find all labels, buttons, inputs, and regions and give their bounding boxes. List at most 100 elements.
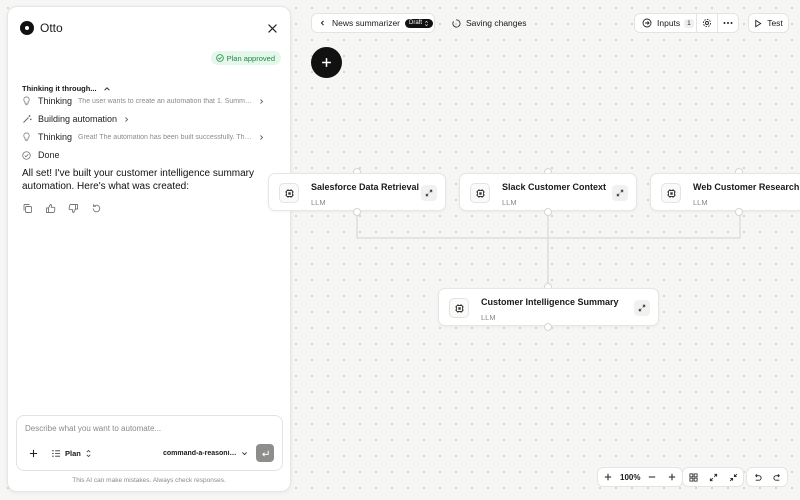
prompt-input[interactable] bbox=[25, 424, 265, 433]
copy-icon[interactable] bbox=[22, 203, 33, 214]
arrow-right-circle-icon bbox=[642, 18, 652, 28]
expand-icon bbox=[616, 189, 624, 197]
play-icon bbox=[754, 19, 762, 28]
add-attachment-button[interactable] bbox=[25, 445, 41, 461]
list-icon bbox=[51, 449, 61, 458]
node-title: Customer Intelligence Summary bbox=[481, 297, 619, 307]
cpu-chip-icon bbox=[661, 183, 681, 203]
node-title: Slack Customer Context bbox=[502, 182, 607, 192]
step-description: The user wants to create an automation t… bbox=[78, 97, 255, 105]
chevron-up-down-icon bbox=[424, 20, 429, 27]
zoom-in-button[interactable] bbox=[598, 468, 618, 486]
workflow-title-bar: News summarizer Draft bbox=[311, 13, 435, 33]
enter-icon bbox=[261, 449, 270, 458]
chevron-left-icon bbox=[319, 19, 326, 27]
thinking-step-1[interactable]: Thinking The user wants to create an aut… bbox=[22, 94, 274, 108]
collapse-icon bbox=[729, 473, 738, 482]
step-description: Great! The automation has been built suc… bbox=[78, 133, 255, 141]
plan-approved-badge: Plan approved bbox=[210, 51, 281, 65]
chevron-right-icon bbox=[258, 134, 268, 141]
node-output-port[interactable] bbox=[353, 208, 361, 216]
model-selector[interactable]: command-a-reasoning bbox=[163, 450, 248, 457]
workflow-node-web-customer-research[interactable]: Web Customer Research LLM bbox=[650, 173, 800, 211]
settings-button[interactable] bbox=[697, 13, 718, 33]
zoom-out-button[interactable] bbox=[642, 468, 662, 486]
undo-button[interactable] bbox=[747, 468, 767, 486]
expand-icon bbox=[709, 473, 718, 482]
chevron-right-icon bbox=[258, 98, 268, 105]
inputs-button[interactable]: Inputs 1 bbox=[634, 13, 697, 33]
cpu-chip-icon bbox=[449, 298, 469, 318]
thinking-step-2[interactable]: Thinking Great! The automation has been … bbox=[22, 130, 274, 144]
expand-node-button[interactable] bbox=[634, 300, 650, 316]
redo-button[interactable] bbox=[767, 468, 787, 486]
expand-icon bbox=[638, 304, 646, 312]
chevron-down-icon bbox=[241, 450, 248, 457]
undo-icon bbox=[753, 473, 762, 482]
expand-icon bbox=[425, 189, 433, 197]
zoom-controls: 100% bbox=[597, 467, 684, 487]
ai-disclaimer: This AI can make mistakes. Always check … bbox=[72, 477, 226, 484]
workflow-node-customer-intelligence-summary[interactable]: Customer Intelligence Summary LLM bbox=[438, 288, 659, 326]
cpu-chip-icon bbox=[279, 183, 299, 203]
plus-icon bbox=[668, 473, 676, 481]
close-panel-button[interactable] bbox=[264, 20, 280, 36]
check-circle-icon bbox=[22, 150, 32, 160]
retry-icon[interactable] bbox=[91, 203, 102, 214]
node-title: Salesforce Data Retrieval bbox=[311, 182, 420, 192]
cpu-chip-icon bbox=[470, 183, 490, 203]
auto-layout-button[interactable] bbox=[683, 468, 703, 486]
lightbulb-icon bbox=[22, 96, 32, 106]
assistant-panel: Otto Plan approved Thinking it through..… bbox=[7, 6, 291, 492]
workflow-node-salesforce-data-retrieval[interactable]: Salesforce Data Retrieval LLM bbox=[268, 173, 446, 211]
node-output-port[interactable] bbox=[735, 208, 743, 216]
step-label: Thinking bbox=[38, 132, 73, 142]
building-automation-step[interactable]: Building automation bbox=[22, 112, 139, 126]
panel-header: Otto bbox=[20, 18, 280, 38]
plus-icon bbox=[29, 449, 38, 458]
expand-node-button[interactable] bbox=[421, 185, 437, 201]
workflow-node-slack-customer-context[interactable]: Slack Customer Context LLM bbox=[459, 173, 637, 211]
plan-mode-selector[interactable]: Plan bbox=[51, 449, 92, 458]
composer-controls: Plan command-a-reasoning bbox=[25, 444, 274, 462]
zoom-in-secondary-button[interactable] bbox=[662, 468, 682, 486]
node-output-port[interactable] bbox=[544, 323, 552, 331]
thumbs-up-icon[interactable] bbox=[45, 203, 56, 214]
node-output-port[interactable] bbox=[544, 208, 552, 216]
node-type: LLM bbox=[502, 198, 517, 207]
more-options-button[interactable] bbox=[718, 13, 739, 33]
plus-icon bbox=[604, 473, 612, 481]
history-controls bbox=[746, 467, 788, 487]
panel-title: Otto bbox=[40, 21, 63, 35]
node-type: LLM bbox=[481, 313, 496, 322]
view-controls bbox=[682, 467, 744, 487]
lightbulb-icon bbox=[22, 132, 32, 142]
save-status: Saving changes bbox=[452, 13, 527, 33]
test-button[interactable]: Test bbox=[748, 13, 789, 33]
save-status-label: Saving changes bbox=[466, 18, 527, 28]
step-label: Thinking bbox=[38, 96, 73, 106]
send-button[interactable] bbox=[256, 444, 274, 462]
done-step: Done bbox=[22, 148, 66, 162]
thinking-toggle[interactable]: Thinking it through... bbox=[22, 84, 111, 93]
expand-node-button[interactable] bbox=[612, 185, 628, 201]
thinking-header-label: Thinking it through... bbox=[22, 84, 97, 93]
grid-icon bbox=[688, 472, 698, 482]
redo-icon bbox=[772, 473, 782, 482]
otto-logo-icon bbox=[20, 21, 34, 35]
draft-badge[interactable]: Draft bbox=[405, 18, 434, 28]
add-node-button[interactable] bbox=[311, 47, 342, 78]
collapse-view-button[interactable] bbox=[723, 468, 743, 486]
test-label: Test bbox=[767, 18, 783, 28]
plan-label: Plan bbox=[65, 448, 81, 458]
assistant-message: All set! I've built your customer intell… bbox=[22, 168, 254, 192]
thumbs-down-icon[interactable] bbox=[68, 203, 79, 214]
chevron-up-icon bbox=[103, 85, 111, 93]
workflow-actions: Inputs 1 Test bbox=[634, 13, 789, 33]
inputs-label: Inputs bbox=[657, 18, 681, 28]
back-to-workflows-button[interactable]: News summarizer Draft bbox=[311, 13, 435, 33]
fit-view-button[interactable] bbox=[703, 468, 723, 486]
step-label: Building automation bbox=[38, 114, 118, 124]
draft-label: Draft bbox=[409, 20, 423, 26]
magic-wand-icon bbox=[22, 114, 32, 124]
